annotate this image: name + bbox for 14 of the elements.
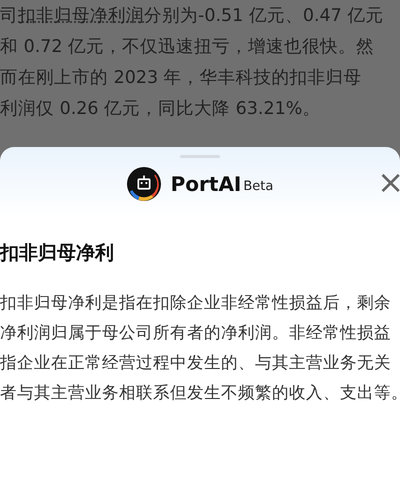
- brand-name: PortAI: [170, 172, 242, 196]
- article-text: 而在刚上市的 2023 年，华丰科技的扣非归母: [0, 68, 362, 88]
- close-button[interactable]: ×: [373, 166, 400, 198]
- article-text: 司: [0, 6, 18, 26]
- definition-text: 扣非归母净利是指在扣除企业非经常性损益后，剩余: [0, 292, 392, 314]
- definition-text: 指企业在正常经营过程中发生的、与其主营业务无关: [0, 352, 392, 374]
- article-text: 利润仅 0.26 亿元，同比大降 63.21%。: [0, 99, 320, 119]
- definition-text: 净利润归属于母公司所有者的净利润。非经常性损益: [0, 322, 392, 344]
- definition-text: 者与其主营业务相联系但发生不频繁的收入、支出等。: [0, 382, 400, 404]
- article-text: 和 0.72 亿元，不仅迅速扭亏，增速也很快。然: [0, 37, 374, 57]
- term-link[interactable]: 扣非归母净利润: [18, 6, 144, 26]
- article-text: 分别为-0.51 亿元、0.47 亿元: [144, 6, 384, 26]
- robot-logo-icon: [126, 167, 161, 201]
- beta-label: Beta: [243, 179, 274, 194]
